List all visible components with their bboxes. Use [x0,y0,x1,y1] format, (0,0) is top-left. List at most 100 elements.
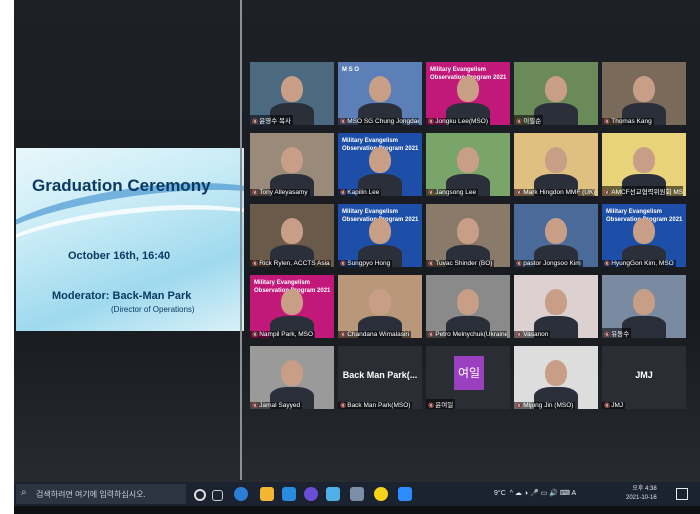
participant-face [545,360,567,386]
tile-banner-text: M S O [342,67,360,73]
widgets-icon[interactable] [212,490,223,501]
participant-name: Kapilin Lee [338,189,382,196]
tile-name-placeholder: Back Man Park(... [342,370,418,380]
participant-face [633,218,655,244]
taskbar: ⌕ 검색하려면 여기에 입력하십시오. 9°C ^ ☁ ◑ 🎤 ▭ 🔊 ⌨ A … [14,482,700,506]
participant-tile[interactable]: Military Evangelism Observation Program … [250,275,334,338]
participant-name: AMCF선교협력위원회 MSO [602,186,684,196]
participant-name: Vasanon [514,331,551,338]
clock-date: 2021-10-16 [626,495,657,501]
participant-tile[interactable]: 여일윤여일 [426,346,510,409]
file-explorer-icon[interactable] [260,487,274,501]
taskbar-clock[interactable]: 오후 4:38 2021-10-16 [626,485,657,503]
participant-face [281,360,303,386]
participant-face [545,218,567,244]
participant-tile[interactable]: Tony Alleyasamy [250,133,334,196]
participant-name: Rick Rylen, ACCTS Asia (USA) [250,260,332,267]
search-icon: ⌕ [21,487,27,498]
participant-face [457,289,479,315]
participant-face [281,218,303,244]
participant-face [633,147,655,173]
weather-text: 9°C [494,490,506,497]
photo-frame: Graduation Ceremony October 16th, 16:40 … [14,0,700,514]
slide-moderator: Moderator: Back-Man Park [52,290,192,302]
zoom-icon[interactable] [398,487,412,501]
participant-name: Chandana Wimalasiri [338,331,412,338]
participant-tile[interactable]: 윤영수 목사 [250,62,334,125]
participant-tile[interactable]: Jangsong Lee [426,133,510,196]
participant-name: pastor Jongsoo Kim [514,260,583,267]
desk-surface [14,506,700,514]
system-tray[interactable]: 9°C ^ ☁ ◑ 🎤 ▭ 🔊 ⌨ A [494,489,576,497]
participant-face [633,289,655,315]
participant-tile[interactable]: Military Evangelism Observation Program … [426,62,510,125]
participant-tile[interactable]: JMJ JMJ [602,346,686,409]
participant-tile[interactable]: pastor Jongsoo Kim [514,204,598,267]
participant-name: MSO SG Chung Jongdae [338,118,420,125]
participant-face [633,76,655,102]
video-gallery: 윤영수 목사 M S O MSO SG Chung Jongdae Military … [250,62,690,418]
participant-face [545,76,567,102]
participant-name: Mijung Jin (MSO) [514,402,576,409]
slide-title: Graduation Ceremony [32,176,211,195]
participant-name: Jangsong Lee [426,189,479,196]
kakaotalk-icon[interactable] [374,487,388,501]
participant-face [281,289,303,315]
app-icon-2[interactable] [326,487,340,501]
participant-tile[interactable]: Military Evangelism Observation Program … [602,204,686,267]
participant-tile[interactable]: Military Evangelism Observation Program … [338,204,422,267]
participant-name: Thomas Kang [602,118,654,125]
participant-face [545,147,567,173]
task-view-icon[interactable] [194,489,206,501]
participant-tile[interactable]: Jamal Sayyed [250,346,334,409]
participant-tile[interactable]: Vasanon [514,275,598,338]
language-indicator: A [571,490,577,497]
participant-tile[interactable]: Mark Hingdon MMF (UK) [514,133,598,196]
participant-name: 이필순 [514,115,544,125]
taskbar-search[interactable]: ⌕ 검색하려면 여기에 입력하십시오. [16,484,186,504]
participant-tile[interactable]: 유동수 [602,275,686,338]
participant-tile[interactable]: Back Man Park(... Back Man Park(MSO) [338,346,422,409]
participant-name: Back Man Park(MSO) [338,402,413,409]
slide-moderator-role: (Director of Operations) [111,305,195,314]
participant-face [281,76,303,102]
participant-name: 윤여일 [426,399,456,409]
participant-face [369,218,391,244]
participant-tile[interactable]: Thomas Kang [602,62,686,125]
app-icon-3[interactable] [350,487,364,501]
app-icon[interactable] [304,487,318,501]
participant-tile[interactable]: Petro Melnychuk(Ukraine) [426,275,510,338]
participant-name: Jongku Lee(MSO) [426,118,490,125]
participant-face [457,147,479,173]
participant-tile[interactable]: 이필순 [514,62,598,125]
participant-face [369,289,391,315]
notification-icon[interactable] [676,488,688,500]
mail-icon[interactable] [282,487,296,501]
participant-face [457,76,479,102]
participant-tile[interactable]: M S O MSO SG Chung Jongdae [338,62,422,125]
clock-time: 오후 4:38 [632,486,657,492]
participant-tile[interactable]: Chandana Wimalasiri [338,275,422,338]
participant-face [545,289,567,315]
participant-tile[interactable]: Tuvac Shinder (BO) [426,204,510,267]
search-placeholder: 검색하려면 여기에 입력하십시오. [36,490,146,499]
participant-face [369,76,391,102]
participant-tile[interactable]: AMCF선교협력위원회 MSO [602,133,686,196]
participant-name: Mark Hingdon MMF (UK) [514,189,596,196]
edge-icon[interactable] [234,487,248,501]
participant-tile[interactable]: Military Evangelism Observation Program … [338,133,422,196]
participant-name: Sungpyo Hong [338,260,393,267]
tile-name-placeholder: JMJ [635,370,653,380]
participant-name: HyungGon Kim, MSO [602,260,676,267]
split-divider[interactable] [240,0,242,480]
participant-tile[interactable]: Mijung Jin (MSO) [514,346,598,409]
tile-avatar-text: 여일 [454,356,484,390]
participant-face [281,147,303,173]
participant-tile[interactable]: Rick Rylen, ACCTS Asia (USA) [250,204,334,267]
presentation-slide: Graduation Ceremony October 16th, 16:40 … [16,148,244,331]
participant-face [457,218,479,244]
participant-name: Nampil Park, MSO [250,331,316,338]
slide-date: October 16th, 16:40 [68,250,171,262]
participant-face [369,147,391,173]
participant-name: Jamal Sayyed [250,402,303,409]
